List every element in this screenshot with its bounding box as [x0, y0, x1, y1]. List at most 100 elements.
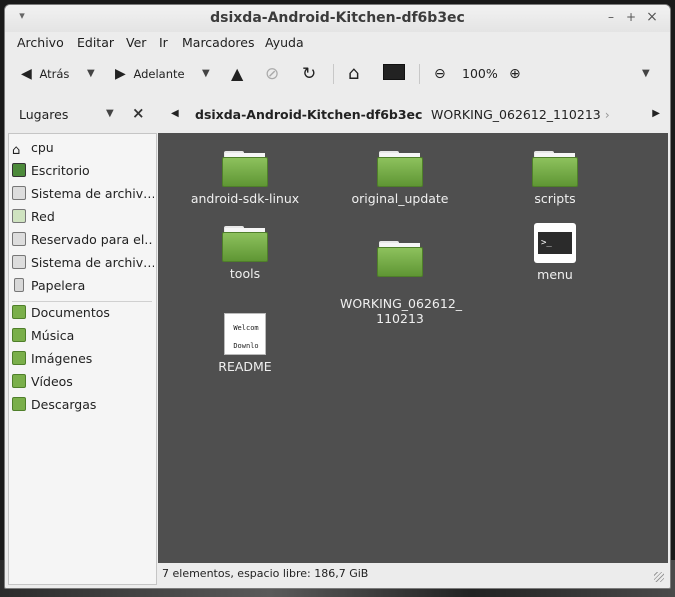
maximize-button[interactable]: +: [622, 8, 640, 26]
menu-ir[interactable]: Ir: [159, 35, 168, 50]
drive-icon: [12, 186, 26, 200]
sidebar-item-label: Red: [31, 209, 55, 224]
computer-icon[interactable]: [383, 63, 405, 85]
back-history-dropdown-icon[interactable]: ▼: [87, 63, 95, 85]
sidebar-item-label: Sistema de archiv…: [31, 186, 154, 201]
sidebar-item-documentos[interactable]: Documentos: [12, 302, 154, 324]
menu-ayuda[interactable]: Ayuda: [265, 35, 304, 50]
path-scroll-left-icon[interactable]: ◀: [171, 108, 179, 119]
sidebar-item-musica[interactable]: Música: [12, 325, 154, 347]
folder-music-icon: [12, 328, 26, 342]
title-bar[interactable]: ▾ dsixda-Android-Kitchen-df6b3ec – + ×: [5, 5, 670, 32]
sidebar-item-label: Imágenes: [31, 351, 93, 366]
toolbar-separator: [333, 64, 334, 84]
path-scroll-right-icon[interactable]: ▶: [652, 108, 660, 119]
path-bar: ◀ dsixda-Android-Kitchen-df6b3ec WORKING…: [157, 97, 670, 133]
folder-icon: [222, 226, 268, 262]
home-icon[interactable]: ⌂: [348, 63, 359, 85]
status-bar: 7 elementos, espacio libre: 186,7 GiB: [158, 563, 668, 585]
sidebar-item-label: Papelera: [31, 278, 86, 293]
file-item-menu[interactable]: >_ menu: [495, 223, 615, 282]
file-item-readme[interactable]: Welcom Downlo README: [185, 313, 305, 374]
terminal-prompt: >_: [538, 232, 572, 254]
zoom-in-icon[interactable]: ⊕: [509, 63, 521, 85]
sidebar-item-label: Música: [31, 328, 75, 343]
sidebar-item-red[interactable]: Red: [12, 206, 154, 228]
close-button[interactable]: ×: [643, 8, 661, 26]
window-title: dsixda-Android-Kitchen-df6b3ec: [210, 10, 465, 26]
file-name: WORKING_062612_ 110213: [340, 296, 463, 326]
file-name: menu: [537, 267, 573, 282]
executable-icon: >_: [534, 223, 576, 263]
sidebar-item-reservado[interactable]: Reservado para el…: [12, 229, 154, 251]
status-text: 7 elementos, espacio libre: 186,7 GiB: [162, 567, 369, 580]
text-file-icon: Welcom Downlo: [224, 313, 266, 355]
file-item-original-update[interactable]: original_update: [340, 151, 460, 206]
menu-bar: Archivo Editar Ver Ir Marcadores Ayuda: [5, 32, 670, 54]
folder-downloads-icon: [12, 397, 26, 411]
folder-videos-icon: [12, 374, 26, 388]
zoom-level[interactable]: 100%: [462, 63, 498, 85]
file-name: original_update: [351, 191, 449, 206]
sidebar-item-label: Descargas: [31, 397, 97, 412]
back-button[interactable]: ◀ Atrás: [21, 63, 69, 85]
sidebar-header: Lugares ▼ ×: [5, 97, 157, 133]
close-sidebar-icon[interactable]: ×: [132, 104, 145, 122]
sidebar-item-cpu[interactable]: ⌂ cpu: [12, 137, 154, 159]
chevron-right-icon: ›: [600, 107, 610, 122]
sidebar-item-label: Escritorio: [31, 163, 90, 178]
resize-grip-icon[interactable]: [654, 572, 664, 582]
path-current-button[interactable]: dsixda-Android-Kitchen-df6b3ec: [195, 107, 422, 122]
menu-editar[interactable]: Editar: [77, 35, 114, 50]
file-manager-window: ▾ dsixda-Android-Kitchen-df6b3ec – + × A…: [4, 4, 671, 589]
forward-label: Adelante: [133, 67, 185, 81]
sidebar-item-sistema-de-archivos-2[interactable]: Sistema de archiv…: [12, 252, 154, 274]
menu-ver[interactable]: Ver: [126, 35, 146, 50]
reload-icon[interactable]: ↻: [302, 63, 316, 85]
sidebar-item-imagenes[interactable]: Imágenes: [12, 348, 154, 370]
arrow-right-icon: ▶: [115, 66, 126, 82]
minimize-button[interactable]: –: [602, 8, 620, 26]
zoom-out-icon[interactable]: ⊖: [434, 63, 446, 85]
file-item-android-sdk-linux[interactable]: android-sdk-linux: [185, 151, 305, 206]
sidebar-item-sistema-de-archivos-1[interactable]: Sistema de archiv…: [12, 183, 154, 205]
file-item-tools[interactable]: tools: [185, 226, 305, 281]
arrow-left-icon: ◀: [21, 66, 32, 82]
forward-history-dropdown-icon[interactable]: ▼: [202, 63, 210, 85]
file-item-working[interactable]: WORKING_062612_ 110213: [340, 226, 463, 341]
toolbar-overflow-icon[interactable]: ▼: [642, 63, 650, 85]
menu-archivo[interactable]: Archivo: [17, 35, 64, 50]
sidebar-item-papelera[interactable]: Papelera: [12, 275, 154, 297]
sidebar-item-label: Reservado para el…: [31, 232, 154, 247]
path-next-label: WORKING_062612_110213: [431, 107, 601, 122]
path-next-button[interactable]: WORKING_062612_110213 ›: [431, 107, 610, 122]
sidebar-item-escritorio[interactable]: Escritorio: [12, 160, 154, 182]
sidebar-mode-dropdown-icon[interactable]: ▼: [106, 108, 114, 119]
sidebar-item-videos[interactable]: Vídeos: [12, 371, 154, 393]
file-name: android-sdk-linux: [190, 191, 300, 206]
sidebar-item-label: Sistema de archiv…: [31, 255, 154, 270]
sidebar-item-label: cpu: [31, 140, 54, 155]
file-name: scripts: [534, 191, 576, 206]
toolbar: ◀ Atrás ▼ ▶ Adelante ▼ ▲ ⊘ ↻ ⌂ ⊖ 100% ⊕ …: [5, 55, 670, 93]
drive-icon: [12, 255, 26, 269]
desktop-icon: [12, 163, 26, 177]
drive-icon: [12, 232, 26, 246]
preview-line: Welcom: [233, 324, 259, 332]
folder-pictures-icon: [12, 351, 26, 365]
file-item-scripts[interactable]: scripts: [495, 151, 615, 206]
network-icon: [12, 209, 26, 223]
file-view[interactable]: android-sdk-linux original_update script…: [158, 133, 668, 563]
forward-button[interactable]: ▶ Adelante: [115, 63, 185, 85]
folder-icon: [222, 151, 268, 187]
back-label: Atrás: [39, 67, 70, 81]
up-arrow-icon[interactable]: ▲: [231, 63, 243, 85]
file-name: tools: [229, 266, 261, 281]
file-name: README: [218, 359, 272, 374]
menu-marcadores[interactable]: Marcadores: [182, 35, 255, 50]
folder-icon: [377, 241, 423, 277]
sidebar-item-descargas[interactable]: Descargas: [12, 394, 154, 416]
folder-icon: [377, 151, 423, 187]
stop-icon[interactable]: ⊘: [265, 63, 279, 85]
home-icon: ⌂: [12, 143, 21, 158]
